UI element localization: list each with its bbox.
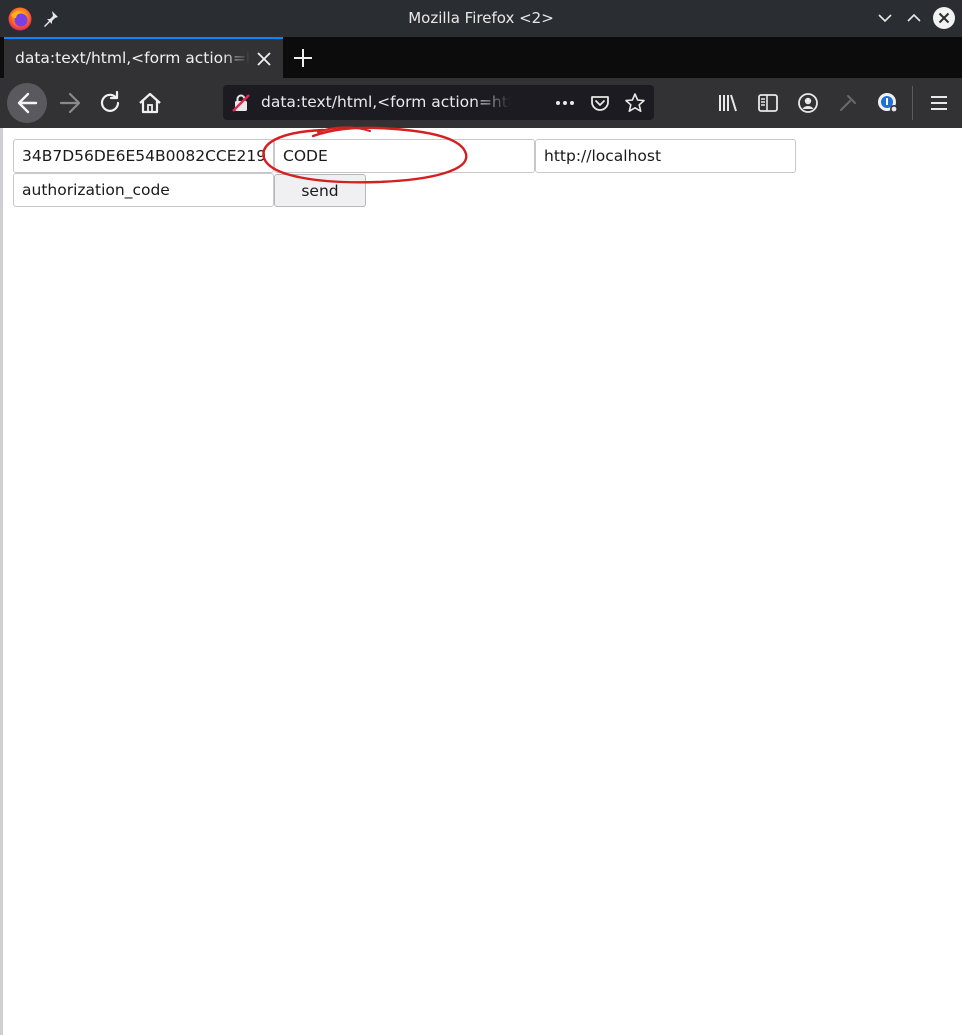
reload-icon[interactable]: [94, 87, 126, 119]
hamburger-menu-icon[interactable]: [927, 91, 951, 115]
maximize-icon[interactable]: [903, 7, 925, 29]
insecure-lock-icon[interactable]: [231, 93, 251, 113]
extension-icon[interactable]: [836, 91, 860, 115]
sidebar-icon[interactable]: [756, 91, 780, 115]
navigation-toolbar: data:text/html,<form action=htt: [0, 78, 962, 128]
redirect-uri-input[interactable]: [535, 139, 796, 173]
page-content: [0, 128, 962, 1035]
password-manager-icon[interactable]: [876, 91, 900, 115]
client-id-input[interactable]: [13, 139, 274, 173]
toolbar-separator: [912, 86, 913, 120]
home-icon[interactable]: [134, 87, 166, 119]
back-arrow-icon[interactable]: [7, 83, 47, 123]
url-text[interactable]: data:text/html,<form action=htt: [261, 93, 511, 111]
window-left-edge: [0, 128, 3, 1035]
send-button[interactable]: send: [274, 174, 366, 207]
tab-strip: data:text/html,<form action=http: [0, 37, 962, 78]
close-window-icon[interactable]: [933, 7, 955, 29]
pocket-icon[interactable]: [589, 92, 611, 114]
window-title: Mozilla Firefox <2>: [408, 9, 554, 27]
code-input[interactable]: [274, 139, 535, 173]
library-icon[interactable]: [716, 91, 740, 115]
page-actions-menu-icon[interactable]: [554, 92, 576, 114]
url-bar[interactable]: data:text/html,<form action=htt: [223, 85, 654, 120]
close-tab-icon[interactable]: [255, 50, 273, 68]
minimize-icon[interactable]: [874, 7, 896, 29]
new-tab-icon[interactable]: [290, 45, 316, 71]
window-titlebar: Mozilla Firefox <2>: [0, 0, 962, 37]
grant-type-input[interactable]: [13, 173, 274, 207]
account-icon[interactable]: [796, 91, 820, 115]
forward-arrow-icon[interactable]: [54, 87, 86, 119]
tab-active[interactable]: data:text/html,<form action=http: [4, 37, 283, 78]
bookmark-star-icon[interactable]: [624, 92, 646, 114]
tab-title: data:text/html,<form action=http: [15, 49, 250, 67]
